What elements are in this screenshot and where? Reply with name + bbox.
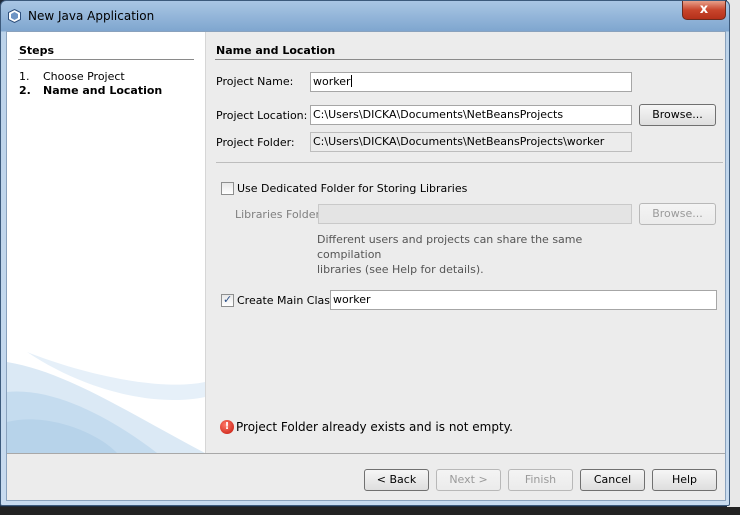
section-title: Name and Location (216, 44, 336, 57)
title-bar[interactable]: New Java Application x (1, 1, 729, 31)
java-app-icon (8, 9, 21, 23)
create-main-class-label[interactable]: Create Main Class (237, 294, 336, 307)
button-bar: < Back Next > Finish Cancel Help (7, 454, 725, 500)
step-choose-project: 1. Choose Project (19, 70, 125, 83)
step-number: 1. (19, 70, 30, 83)
libraries-hint: Different users and projects can share t… (317, 232, 637, 277)
dedicated-folder-label[interactable]: Use Dedicated Folder for Storing Librari… (237, 182, 467, 195)
netbeans-swoosh-graphic (7, 352, 205, 453)
dialog-content: Steps 1. Choose Project 2. Name and Locati… (6, 31, 726, 501)
project-folder-label: Project Folder: (216, 136, 295, 149)
section-divider (215, 59, 723, 60)
error-icon: ! (220, 420, 234, 434)
dedicated-folder-checkbox[interactable] (221, 182, 234, 195)
create-main-class-checkbox[interactable]: ✓ (221, 293, 234, 307)
back-button[interactable]: < Back (364, 469, 429, 491)
next-button[interactable]: Next > (436, 469, 501, 491)
project-folder-field[interactable]: C:\Users\DICKA\Documents\NetBeansProject… (310, 132, 632, 152)
taskbar-edge (0, 507, 740, 515)
project-location-label: Project Location: (216, 109, 308, 122)
steps-title: Steps (19, 44, 55, 57)
main-class-input[interactable]: worker (330, 290, 717, 310)
checkmark-icon: ✓ (223, 293, 233, 306)
step-label: Name and Location (43, 84, 163, 97)
separator (216, 162, 723, 163)
project-name-input[interactable]: worker (310, 72, 632, 92)
error-message: Project Folder already exists and is not… (236, 420, 513, 434)
cancel-button[interactable]: Cancel (580, 469, 645, 491)
close-icon: x (699, 2, 709, 17)
libraries-folder-input[interactable] (318, 204, 632, 224)
step-label: Choose Project (43, 70, 125, 83)
step-number: 2. (19, 84, 31, 97)
text-caret (350, 75, 352, 87)
hint-line: Different users and projects can share t… (317, 233, 583, 261)
finish-button[interactable]: Finish (508, 469, 573, 491)
window-title: New Java Application (28, 9, 155, 23)
close-button[interactable]: x (682, 1, 726, 20)
main-panel: Name and Location Project Name: worker P… (206, 32, 725, 453)
project-name-value: worker (313, 75, 351, 88)
project-location-input[interactable]: C:\Users\DICKA\Documents\NetBeansProject… (310, 105, 632, 125)
browse-location-button[interactable]: Browse... (639, 104, 716, 126)
hint-line: libraries (see Help for details). (317, 263, 484, 276)
browse-libraries-button[interactable]: Browse... (639, 203, 716, 225)
libraries-folder-label: Libraries Folder: (235, 208, 324, 221)
steps-divider (18, 59, 194, 60)
step-name-and-location: 2. Name and Location (19, 84, 162, 97)
help-button[interactable]: Help (652, 469, 717, 491)
new-java-application-dialog: New Java Application x Steps 1. Choose Pr… (0, 0, 730, 506)
steps-panel: Steps 1. Choose Project 2. Name and Locati… (7, 32, 206, 453)
project-name-label: Project Name: (216, 75, 294, 88)
